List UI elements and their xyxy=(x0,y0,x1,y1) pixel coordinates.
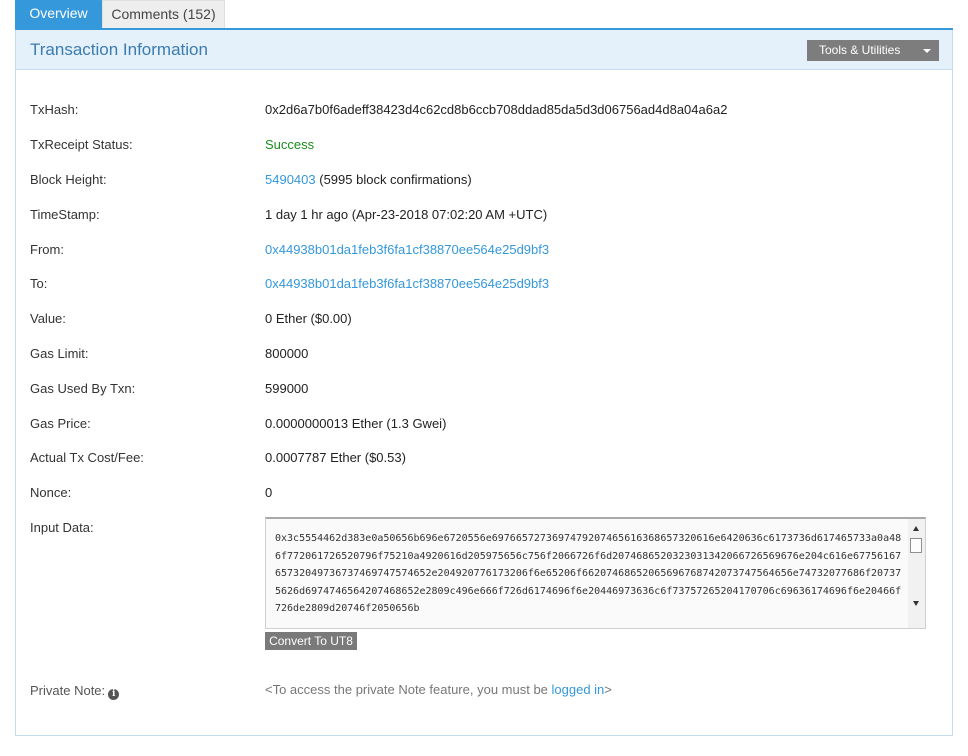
row-nonce: Nonce: 0 xyxy=(30,485,930,505)
nonce-value: 0 xyxy=(265,485,273,500)
input-data-scrollbar[interactable] xyxy=(908,519,925,628)
status-label: TxReceipt Status: xyxy=(30,137,133,152)
block-height-label: Block Height: xyxy=(30,172,107,187)
from-address-link[interactable]: 0x44938b01da1feb3f6fa1cf38870ee564e25d9b… xyxy=(265,242,549,257)
tab-bar: Overview Comments (152) xyxy=(15,0,225,28)
status-value: Success xyxy=(265,137,315,152)
row-value: Value: 0 Ether ($0.00) xyxy=(30,311,930,331)
row-gas-price: Gas Price: 0.0000000013 Ether (1.3 Gwei) xyxy=(30,416,930,436)
row-from: From: 0x44938b01da1feb3f6fa1cf38870ee564… xyxy=(30,242,930,262)
row-txhash: TxHash: 0x2d6a7b0f6adeff38423d4c62cd8b6c… xyxy=(30,102,930,122)
value-label: Value: xyxy=(30,311,66,326)
from-label: From: xyxy=(30,242,64,257)
gas-price-value: 0.0000000013 Ether (1.3 Gwei) xyxy=(265,416,447,431)
txhash-value: 0x2d6a7b0f6adeff38423d4c62cd8b6ccb708dda… xyxy=(265,102,728,117)
row-to: To: 0x44938b01da1feb3f6fa1cf38870ee564e2… xyxy=(30,276,930,296)
row-gas-used: Gas Used By Txn: 599000 xyxy=(30,381,930,401)
tools-utilities-button[interactable]: Tools & Utilities xyxy=(807,40,939,61)
panel-header: Transaction Information Tools & Utilitie… xyxy=(16,30,952,70)
txhash-label: TxHash: xyxy=(30,102,79,117)
tab-overview[interactable]: Overview xyxy=(15,0,102,28)
to-address-link[interactable]: 0x44938b01da1feb3f6fa1cf38870ee564e25d9b… xyxy=(265,276,549,291)
private-note-label: Private Note: xyxy=(30,683,106,698)
gas-price-label: Gas Price: xyxy=(30,416,91,431)
input-data-label: Input Data: xyxy=(30,520,94,535)
row-timestamp: TimeStamp: 1 day 1 hr ago (Apr-23-2018 0… xyxy=(30,207,930,227)
gas-limit-label: Gas Limit: xyxy=(30,346,89,361)
nonce-label: Nonce: xyxy=(30,485,72,500)
scroll-up-icon[interactable] xyxy=(913,526,919,531)
tools-utilities-label: Tools & Utilities xyxy=(819,43,901,57)
input-data-textarea[interactable]: 0x3c5554462d383e0a50656b696e6720556e6976… xyxy=(265,517,926,629)
scroll-down-icon[interactable] xyxy=(913,601,919,606)
gas-used-label: Gas Used By Txn: xyxy=(30,381,136,396)
convert-to-utf8-button[interactable]: Convert To UT8 xyxy=(265,632,357,650)
caret-down-icon xyxy=(923,49,931,53)
info-icon[interactable]: i xyxy=(108,689,120,700)
logged-in-link[interactable]: logged in xyxy=(552,682,605,697)
timestamp-label: TimeStamp: xyxy=(30,207,100,222)
tx-fee-value: 0.0007787 Ether ($0.53) xyxy=(265,450,406,465)
timestamp-value: 1 day 1 hr ago (Apr-23-2018 07:02:20 AM … xyxy=(265,207,548,222)
input-data-value: 0x3c5554462d383e0a50656b696e6720556e6976… xyxy=(275,533,902,614)
row-tx-fee: Actual Tx Cost/Fee: 0.0007787 Ether ($0.… xyxy=(30,450,930,470)
private-note-suffix: > xyxy=(604,682,612,697)
block-height-value: 5490403 (5995 block confirmations) xyxy=(265,172,472,187)
gas-used-value: 599000 xyxy=(265,381,309,396)
to-label: To: xyxy=(30,276,48,291)
block-height-link[interactable]: 5490403 xyxy=(265,172,316,187)
panel-title: Transaction Information xyxy=(30,40,208,59)
gas-limit-value: 800000 xyxy=(265,346,309,361)
value-amount: 0 Ether ($0.00) xyxy=(265,311,352,326)
row-block-height: Block Height: 5490403 (5995 block confir… xyxy=(30,172,930,192)
row-status: TxReceipt Status: Success xyxy=(30,137,930,157)
block-confirmations: (5995 block confirmations) xyxy=(315,172,472,187)
private-note-prefix: <To access the private Note feature, you… xyxy=(265,682,552,697)
private-note-message: <To access the private Note feature, you… xyxy=(265,682,612,697)
private-note-label-wrap: Private Note: i xyxy=(30,683,120,700)
row-gas-limit: Gas Limit: 800000 xyxy=(30,346,930,366)
scroll-thumb[interactable] xyxy=(910,538,922,553)
tx-fee-label: Actual Tx Cost/Fee: xyxy=(30,450,144,465)
tab-comments[interactable]: Comments (152) xyxy=(102,0,225,28)
